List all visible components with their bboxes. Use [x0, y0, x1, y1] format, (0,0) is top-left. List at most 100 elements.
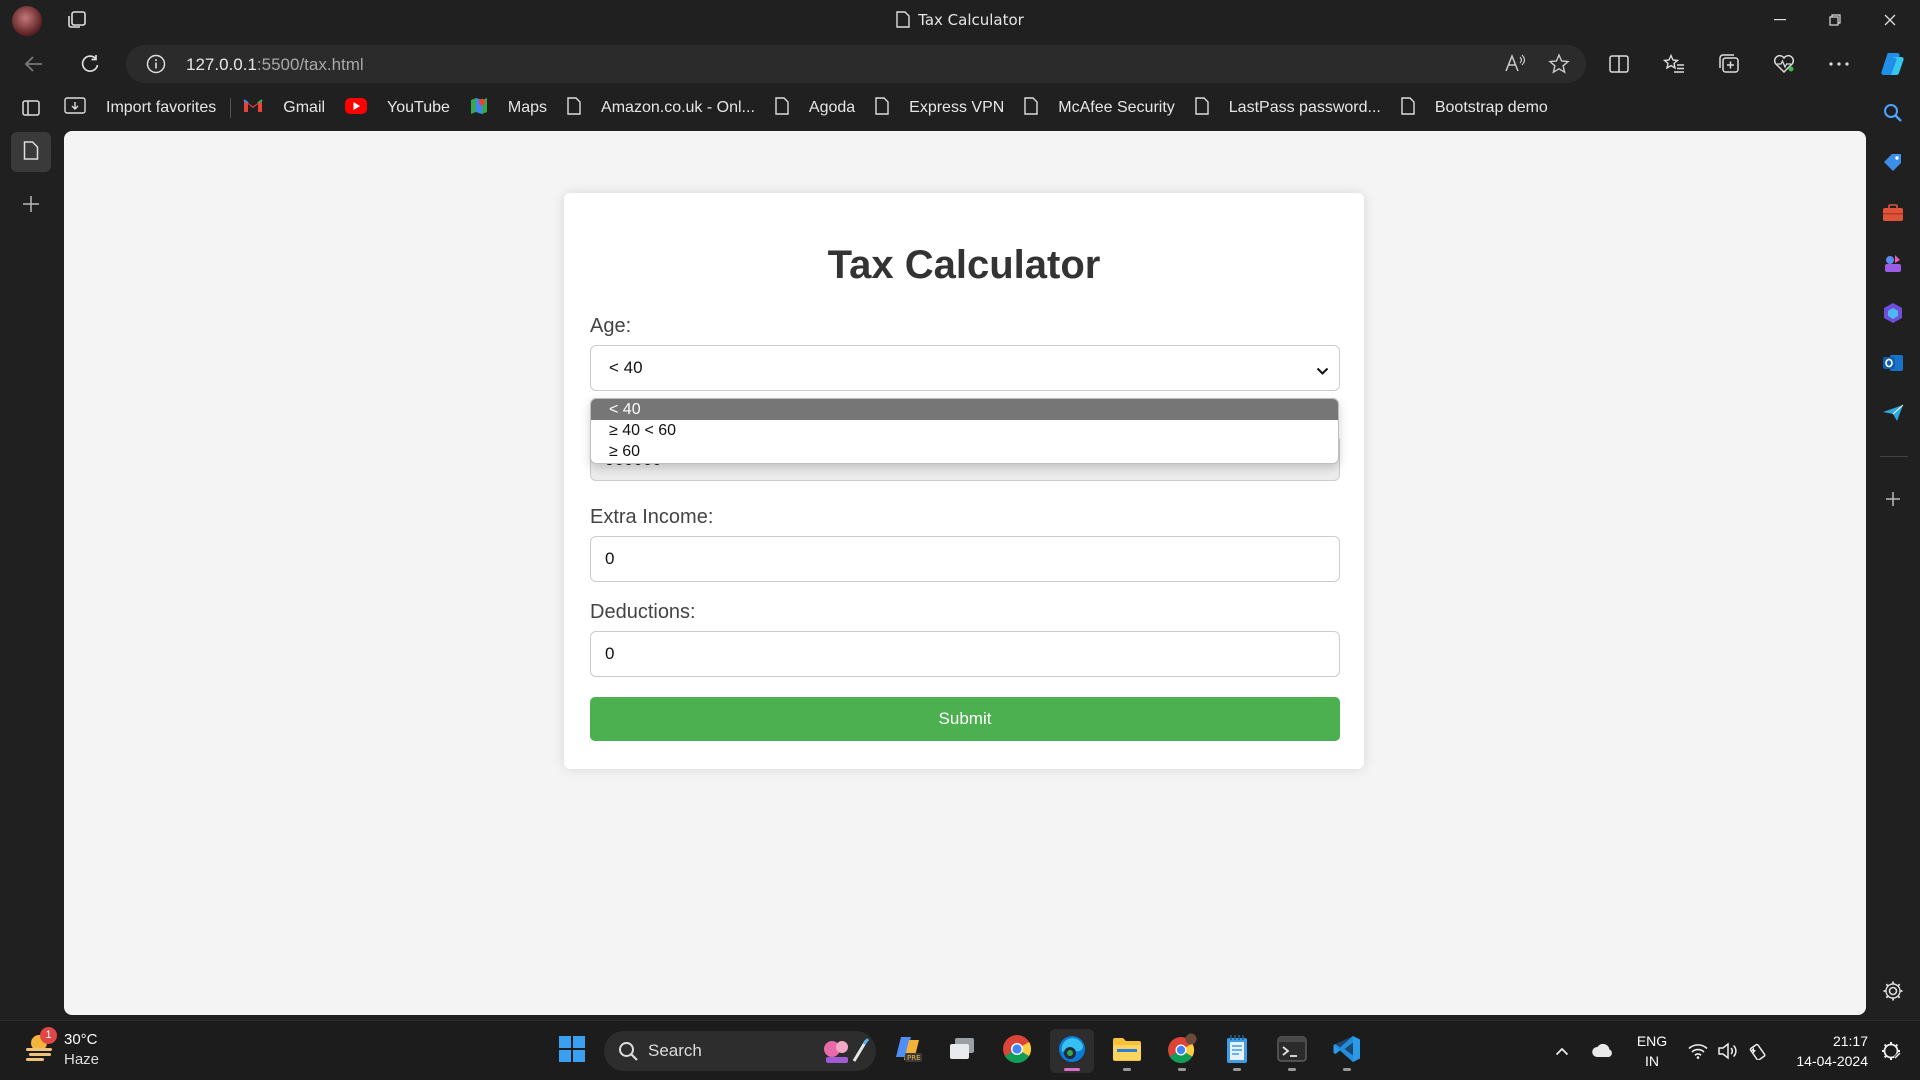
tools-briefcase-icon[interactable] [1876, 196, 1910, 230]
add-favorite-star-icon[interactable] [1548, 53, 1570, 79]
vscode-icon [1332, 1034, 1362, 1069]
favorite-lastpass[interactable]: LastPass password... [1195, 96, 1381, 120]
page-icon [1195, 96, 1219, 120]
vscode-app[interactable] [1325, 1029, 1369, 1073]
maps-icon [470, 96, 498, 121]
browser-essentials-icon[interactable] [1767, 48, 1801, 80]
age-select-value: < 40 [609, 358, 643, 377]
copilot-preview-app[interactable]: PRE [886, 1029, 930, 1073]
age-option[interactable]: ≥ 40 < 60 [591, 420, 1338, 441]
terminal-app[interactable] [1270, 1029, 1314, 1073]
site-info-icon[interactable] [146, 54, 166, 78]
tab-panel-icon[interactable] [11, 88, 51, 128]
age-option[interactable]: ≥ 60 [591, 441, 1338, 462]
favorites-divider [230, 98, 232, 118]
chrome-profile-app[interactable] [1160, 1029, 1204, 1073]
favorite-bootstrap-demo[interactable]: Bootstrap demo [1401, 96, 1548, 120]
favorites-bar: Import favorites Gmail YouTube Maps Amaz… [64, 88, 1864, 128]
haze-weather-icon [22, 1035, 56, 1067]
language-code: ENG [1636, 1033, 1668, 1049]
active-indicator [1064, 1068, 1080, 1071]
deductions-label: Deductions: [590, 601, 696, 623]
deductions-input[interactable]: 0 [590, 631, 1340, 677]
favorite-maps[interactable]: Maps [470, 96, 547, 121]
page-title: Tax Calculator [827, 243, 1101, 287]
onedrive-cloud-icon[interactable] [1588, 1021, 1618, 1080]
split-screen-icon[interactable] [1602, 48, 1636, 80]
collections-icon[interactable] [1712, 48, 1746, 80]
windows-taskbar: 1 30°C Haze Search PRE ENG IN 21:17 14-0… [0, 1020, 1920, 1080]
notepad-app[interactable] [1215, 1029, 1259, 1073]
settings-gear-icon[interactable] [1876, 974, 1910, 1008]
copilot-preview-icon: PRE [893, 1034, 923, 1069]
favorites-icon[interactable] [1657, 48, 1691, 80]
file-explorer-app[interactable] [1105, 1029, 1149, 1073]
more-options-icon[interactable] [1822, 48, 1856, 80]
search-icon[interactable] [1876, 96, 1910, 130]
clock-time: 21:17 [1832, 1033, 1868, 1049]
refresh-icon[interactable] [74, 48, 106, 80]
svg-text:PRE: PRE [907, 1054, 921, 1062]
minimize-button[interactable] [1752, 0, 1808, 40]
back-icon[interactable] [18, 48, 50, 80]
input-language-indicator[interactable]: ENG IN [1632, 1031, 1672, 1071]
age-dropdown-list: < 40 ≥ 40 < 60 ≥ 60 [590, 398, 1339, 464]
favorite-amazon[interactable]: Amazon.co.uk - Onl... [567, 96, 755, 120]
taskbar-search[interactable]: Search [604, 1031, 876, 1071]
folder-icon [1112, 1036, 1142, 1067]
url-text[interactable]: 127.0.0.1:5500/tax.html [186, 55, 364, 75]
page-icon [1401, 96, 1425, 120]
age-option[interactable]: < 40 [591, 399, 1338, 420]
start-button[interactable] [550, 1029, 594, 1073]
add-sidebar-app-plus-icon[interactable] [1876, 482, 1910, 516]
running-indicator [1233, 1068, 1241, 1071]
running-indicator [1178, 1068, 1186, 1071]
favorite-youtube[interactable]: YouTube [345, 97, 450, 119]
age-select[interactable]: < 40 [590, 345, 1340, 391]
address-bar[interactable]: 127.0.0.1:5500/tax.html [126, 45, 1586, 83]
copilot-icon[interactable] [1876, 48, 1910, 80]
new-tab-plus-icon[interactable] [11, 184, 51, 224]
running-indicator [1343, 1068, 1351, 1071]
page-icon [775, 96, 799, 120]
running-indicator [1288, 1068, 1296, 1071]
notepad-icon [1225, 1034, 1249, 1069]
shopping-tag-icon[interactable] [1876, 146, 1910, 180]
favorite-mcafee[interactable]: McAfee Security [1024, 96, 1175, 120]
volume-icon[interactable] [1714, 1021, 1742, 1080]
extra-income-input[interactable]: 0 [590, 536, 1340, 582]
edge-app[interactable] [1050, 1029, 1094, 1073]
clock-date: 14-04-2024 [1796, 1053, 1868, 1069]
favorite-agoda[interactable]: Agoda [775, 96, 855, 120]
battery-charging-icon[interactable] [1744, 1021, 1772, 1080]
favorite-import[interactable]: Import favorites [64, 96, 216, 120]
outlook-icon[interactable] [1876, 346, 1910, 380]
copilot-designer-icon[interactable] [1876, 296, 1910, 330]
vertical-tabs-strip [0, 88, 62, 1018]
notifications-bell-icon[interactable] [1876, 1021, 1906, 1080]
windows-logo-icon [558, 1035, 586, 1068]
task-view-app[interactable] [940, 1029, 984, 1073]
submit-button[interactable]: Submit [590, 697, 1340, 741]
chrome-app[interactable] [995, 1029, 1039, 1073]
wifi-icon[interactable] [1684, 1021, 1712, 1080]
system-clock[interactable]: 21:17 14-04-2024 [1782, 1031, 1868, 1071]
youtube-icon [345, 97, 377, 119]
favorite-gmail[interactable]: Gmail [243, 98, 325, 118]
favorite-express-vpn[interactable]: Express VPN [875, 96, 1004, 120]
tab-tax-calculator[interactable] [11, 132, 51, 172]
weather-badge: 1 [40, 1027, 57, 1044]
import-icon [64, 96, 96, 120]
gmail-icon [243, 98, 273, 118]
read-aloud-icon[interactable] [1504, 53, 1526, 79]
send-icon[interactable] [1876, 396, 1910, 430]
games-icon[interactable] [1876, 246, 1910, 280]
weather-widget[interactable]: 1 30°C Haze [22, 1027, 99, 1068]
running-indicator [1123, 1068, 1131, 1071]
terminal-icon [1277, 1035, 1307, 1067]
close-button[interactable] [1862, 0, 1918, 40]
page-icon [567, 96, 591, 120]
restore-button[interactable] [1807, 0, 1863, 40]
show-hidden-icons-chevron-up-icon[interactable] [1548, 1021, 1576, 1080]
page-icon [23, 140, 39, 164]
